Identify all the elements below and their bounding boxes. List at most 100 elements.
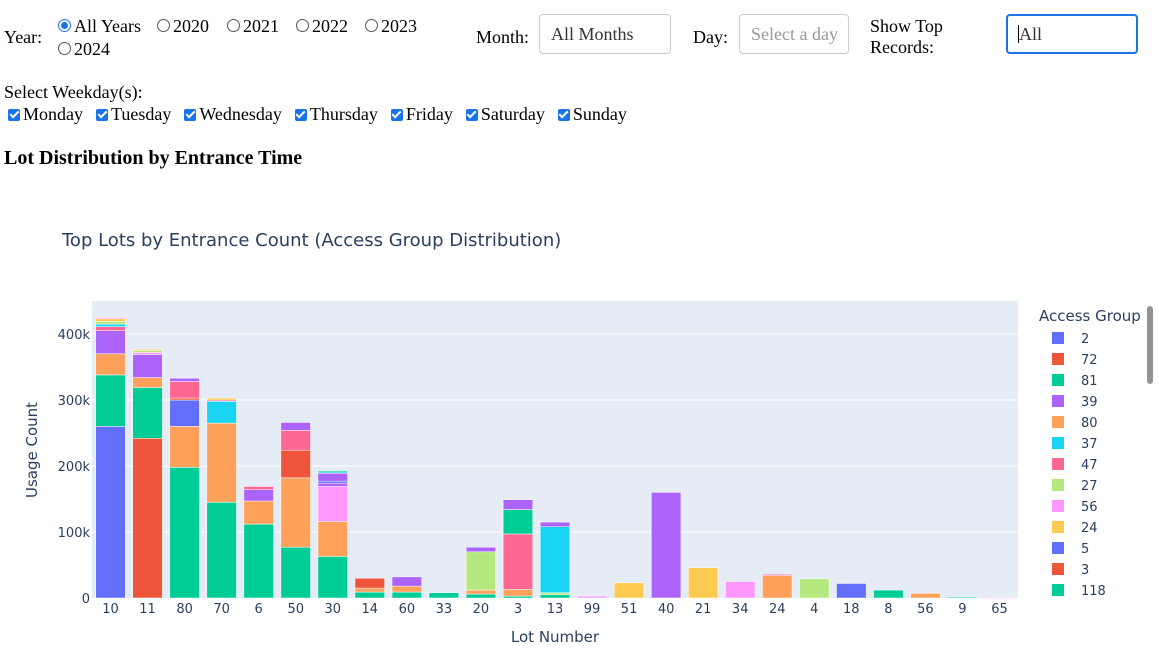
legend-swatch-3 bbox=[1052, 563, 1064, 575]
bar-segment-lot-14-group-72 bbox=[354, 577, 385, 589]
bar-segment-lot-30-group-2 bbox=[317, 480, 348, 484]
day-picker[interactable]: Select a day bbox=[739, 14, 849, 54]
bar-segment-lot-3-group-39 bbox=[502, 499, 534, 510]
legend-swatch-47 bbox=[1052, 458, 1064, 470]
y-tick-label: 400k bbox=[58, 328, 91, 343]
x-tick-label: 4 bbox=[810, 602, 818, 617]
checkbox-checked-icon[interactable] bbox=[390, 108, 403, 121]
legend-label-80: 80 bbox=[1081, 416, 1098, 431]
x-tick-label: 80 bbox=[176, 602, 193, 617]
bar-segment-lot-80-group-72 bbox=[169, 397, 200, 401]
legend-label-3: 3 bbox=[1081, 563, 1089, 578]
legend-label-37: 37 bbox=[1081, 437, 1098, 452]
x-tick-label: 51 bbox=[621, 602, 638, 617]
year-option-2022[interactable]: 2022 bbox=[296, 16, 348, 37]
bar-segment-lot-34-group-56 bbox=[725, 581, 756, 599]
legend-swatch-81 bbox=[1052, 374, 1064, 386]
year-option-label: 2023 bbox=[381, 16, 417, 36]
bar-segment-lot-30-group-39 bbox=[317, 482, 348, 487]
legend-label-118: 118 bbox=[1081, 584, 1106, 599]
bar-segment-lot-30-group-81 bbox=[317, 556, 348, 599]
radio-circle[interactable] bbox=[296, 19, 309, 32]
weekday-checkbox-friday[interactable]: Friday bbox=[390, 104, 453, 125]
legend-label-56: 56 bbox=[1081, 500, 1098, 515]
x-tick-label: 8 bbox=[884, 602, 892, 617]
bar-segment-lot-6-group-81 bbox=[243, 523, 274, 599]
bar-segment-lot-13-group-39 bbox=[539, 521, 571, 527]
legend-swatch-80 bbox=[1052, 416, 1064, 428]
bar-segment-lot-70-group-37 bbox=[206, 401, 237, 424]
day-label: Day: bbox=[693, 27, 728, 47]
x-tick-label: 40 bbox=[658, 602, 675, 617]
x-tick-label: 20 bbox=[473, 602, 490, 617]
weekday-checkbox-thursday[interactable]: Thursday bbox=[294, 104, 378, 125]
weekday-checkbox-saturday[interactable]: Saturday bbox=[465, 104, 545, 125]
y-tick-label: 200k bbox=[58, 460, 91, 475]
weekday-label-text: Thursday bbox=[309, 104, 378, 124]
bar-segment-lot-70-group-81 bbox=[206, 502, 237, 599]
year-option-2023[interactable]: 2023 bbox=[365, 16, 417, 37]
bar-segment-lot-10-group-56 bbox=[95, 317, 126, 320]
legend-label-27: 27 bbox=[1081, 479, 1098, 494]
year-option-all-years[interactable]: All Years bbox=[58, 16, 141, 37]
bar-segment-lot-10-group-24 bbox=[95, 318, 126, 322]
year-option-2020[interactable]: 2020 bbox=[157, 16, 209, 37]
bar-segment-lot-11-group-24 bbox=[132, 348, 163, 351]
radio-circle[interactable] bbox=[157, 19, 170, 32]
y-tick-label: 300k bbox=[58, 394, 91, 409]
year-option-label: 2024 bbox=[74, 39, 110, 59]
radio-circle[interactable] bbox=[58, 19, 71, 32]
bar-segment-lot-10-group-39 bbox=[95, 330, 126, 355]
bar-segment-lot-11-group-56 bbox=[132, 352, 163, 355]
section-title: Lot Distribution by Entrance Time bbox=[4, 147, 303, 169]
bar-segment-lot-6-group-39 bbox=[243, 489, 274, 502]
bar-segment-lot-50-group-81 bbox=[280, 546, 311, 599]
x-tick-label: 99 bbox=[584, 602, 601, 617]
legend-swatch-5 bbox=[1052, 542, 1064, 554]
bar-segment-lot-65-group-56 bbox=[984, 597, 1015, 599]
bar-segment-lot-80-group-47 bbox=[169, 381, 200, 399]
weekday-checkbox-sunday[interactable]: Sunday bbox=[557, 104, 627, 125]
radio-circle[interactable] bbox=[227, 19, 240, 32]
bar-segment-lot-10-group-80 bbox=[95, 353, 126, 376]
legend-label-81: 81 bbox=[1081, 374, 1098, 389]
month-dropdown[interactable]: All Months bbox=[539, 14, 671, 54]
legend-swatch-2 bbox=[1052, 332, 1064, 344]
x-tick-label: 9 bbox=[958, 602, 966, 617]
x-tick-label: 3 bbox=[514, 602, 522, 617]
weekday-checkbox-monday[interactable]: Monday bbox=[8, 104, 83, 125]
bar-segment-lot-3-group-47 bbox=[502, 533, 534, 590]
bar-segment-lot-10-group-47 bbox=[95, 326, 126, 331]
bar-segment-lot-11-group-27 bbox=[132, 350, 163, 353]
checkbox-checked-icon[interactable] bbox=[8, 108, 20, 121]
top-records-input[interactable]: All bbox=[1006, 14, 1138, 54]
day-picker-placeholder: Select a day bbox=[751, 23, 838, 44]
weekday-checkbox-wednesday[interactable]: Wednesday bbox=[184, 104, 282, 125]
legend-scrollbar[interactable] bbox=[1147, 306, 1153, 384]
bar-segment-lot-4-group-27 bbox=[799, 578, 830, 599]
checkbox-checked-icon[interactable] bbox=[465, 108, 478, 121]
y-tick-label: 100k bbox=[58, 526, 91, 541]
year-option-label: 2020 bbox=[173, 16, 209, 36]
weekday-label-text: Friday bbox=[405, 104, 453, 124]
year-option-2021[interactable]: 2021 bbox=[227, 16, 279, 37]
bar-segment-lot-13-group-27 bbox=[539, 592, 571, 595]
radio-circle[interactable] bbox=[58, 42, 71, 55]
chart-title: Top Lots by Entrance Count (Access Group… bbox=[61, 230, 561, 251]
legend-swatch-27 bbox=[1052, 479, 1064, 491]
legend-label-47: 47 bbox=[1081, 458, 1098, 473]
year-option-2024[interactable]: 2024 bbox=[58, 39, 110, 60]
bar-segment-lot-10-group-81 bbox=[95, 374, 126, 427]
x-tick-label: 70 bbox=[213, 602, 230, 617]
legend-swatch-39 bbox=[1052, 395, 1064, 407]
checkbox-checked-icon[interactable] bbox=[184, 108, 197, 121]
checkbox-checked-icon[interactable] bbox=[96, 108, 108, 121]
checkbox-checked-icon[interactable] bbox=[557, 108, 570, 121]
bar-segment-lot-50-group-80 bbox=[280, 477, 311, 548]
weekday-checkbox-tuesday[interactable]: Tuesday bbox=[96, 104, 171, 125]
bar-segment-lot-30-group-39 bbox=[317, 473, 348, 482]
checkbox-checked-icon[interactable] bbox=[294, 108, 307, 121]
bar-segment-lot-33-group-81 bbox=[428, 592, 459, 599]
bar-segment-lot-30-group-81 bbox=[317, 470, 348, 473]
radio-circle[interactable] bbox=[365, 19, 378, 32]
